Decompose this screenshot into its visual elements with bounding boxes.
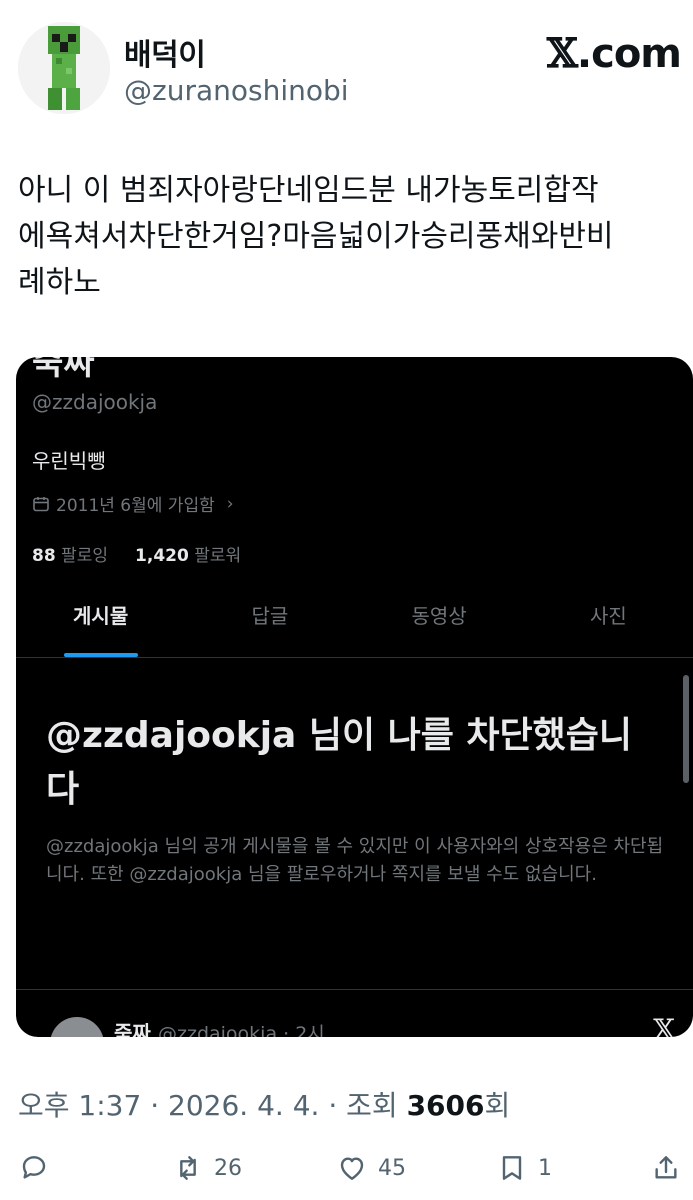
views-label: 조회 — [346, 1089, 398, 1122]
tab-replies: 답글 — [251, 604, 289, 628]
tweet-time[interactable]: 오후 1:37 — [18, 1089, 141, 1122]
embedded-profile-name: 죽짜 — [32, 357, 95, 383]
bookmark-button[interactable]: 1 — [496, 1152, 552, 1184]
x-icon: 𝕏 — [653, 1013, 675, 1037]
heart-icon — [340, 1157, 364, 1180]
embedded-follow-stats: 88 팔로잉 1,420 팔로워 — [32, 541, 241, 566]
views-unit: 회 — [484, 1089, 511, 1122]
embedded-scrollbar — [683, 675, 689, 783]
embedded-profile-handle: @zzdajookja — [32, 390, 158, 414]
tweet-text: 아니 이 범죄자아랑단네임드분 내가농토리합작 에욕쳐서차단한거임?마음넓이가승… — [18, 168, 678, 306]
tweet-line: 에욕쳐서차단한거임?마음넓이가승리풍채와반비 — [18, 219, 614, 254]
share-button[interactable] — [650, 1152, 682, 1184]
action-bar: 26 45 1 — [0, 1152, 693, 1192]
embedded-post-avatar — [50, 1017, 104, 1037]
embedded-post-name: 죽짜 — [114, 1021, 151, 1037]
author-handle[interactable]: @zuranoshinobi — [124, 74, 349, 107]
tweet-date[interactable]: 2026. 4. 4. — [168, 1089, 319, 1122]
followers-count: 1,420 — [135, 546, 189, 566]
tab-videos: 동영상 — [411, 604, 467, 628]
author-avatar[interactable] — [18, 22, 110, 114]
like-button[interactable]: 45 — [336, 1152, 406, 1184]
tweet-meta: 오후 1:37 · 2026. 4. 4. · 조회 3606회 — [18, 1089, 511, 1122]
tweet-line: 례하노 — [18, 265, 101, 300]
following-label: 팔로잉 — [61, 546, 108, 566]
blocked-title: @zzdajookja 님이 나를 차단했습니다 — [46, 715, 633, 810]
reply-button[interactable] — [18, 1152, 60, 1184]
blocked-description: @zzdajookja 님의 공개 게시물을 볼 수 있지만 이 사용자와의 상… — [46, 836, 664, 885]
tweet-line: 아니 이 범죄자아랑단네임드분 내가농토리합작 — [18, 173, 599, 208]
embedded-profile-bio: 우린빅뺑 — [32, 449, 106, 473]
views-count: 3606 — [406, 1089, 485, 1122]
calendar-icon — [33, 496, 49, 511]
retweet-button[interactable]: 26 — [172, 1152, 242, 1184]
embedded-joined-date: 2011년 6월에 가입함 › — [32, 491, 234, 516]
author-name[interactable]: 배덕이 — [124, 30, 206, 74]
chevron-right-icon: › — [226, 493, 234, 514]
like-count: 45 — [378, 1155, 406, 1181]
embedded-post-handle: @zzdajookja · 2시 — [158, 1023, 325, 1037]
tab-posts: 게시물 — [16, 587, 185, 657]
x-logo: 𝕏.com — [546, 30, 682, 77]
active-tab-indicator — [63, 653, 138, 657]
followers-label: 팔로워 — [194, 546, 242, 566]
reply-icon — [22, 1156, 46, 1179]
embedded-image[interactable]: 죽짜 @zzdajookja 우린빅뺑 2011년 6월에 가입함 › 88 팔… — [16, 357, 693, 1037]
bookmark-count: 1 — [538, 1155, 552, 1181]
retweet-icon — [180, 1156, 196, 1180]
tab-photos: 사진 — [589, 604, 627, 628]
embedded-profile-tabs: 게시물 답글 동영상 사진 — [16, 587, 693, 658]
joined-text: 2011년 6월에 가입함 — [56, 496, 215, 516]
following-count: 88 — [32, 546, 56, 566]
divider — [16, 989, 693, 990]
retweet-count: 26 — [214, 1155, 242, 1181]
share-icon — [655, 1156, 677, 1179]
bookmark-icon — [502, 1156, 522, 1180]
